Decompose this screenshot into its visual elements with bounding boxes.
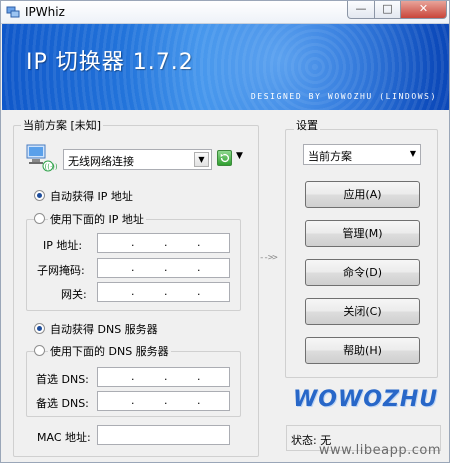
refresh-icon	[220, 153, 230, 163]
adapter-select-value: 无线网络连接	[68, 155, 134, 168]
network-adapter-icon: ((·))	[26, 144, 58, 172]
help-button[interactable]: 帮助(H)	[305, 337, 420, 364]
banner-title: IP 切换器 1.7.2	[26, 50, 194, 75]
chevron-down-icon: ▼	[409, 149, 416, 158]
scheme-group-label: 当前方案 [未知]	[21, 119, 104, 132]
dns-secondary-field[interactable]: ...	[97, 391, 230, 411]
subnet-mask-label: 子网掩码:	[37, 264, 85, 277]
close-button[interactable]: 关闭(C)	[305, 298, 420, 325]
mac-address-label: MAC 地址:	[37, 431, 91, 444]
site-watermark: www.libeapp.com	[318, 443, 441, 458]
adapter-menu-arrow-icon[interactable]: ▼	[236, 151, 243, 161]
title-bar: IPWhiz — □ ✕	[1, 1, 449, 24]
subnet-mask-field[interactable]: ...	[97, 258, 230, 278]
scheme-select[interactable]: 当前方案 ▼	[303, 144, 421, 165]
command-button[interactable]: 命令(D)	[305, 259, 420, 286]
window-title: IPWhiz	[25, 5, 65, 19]
svg-text:((·)): ((·))	[45, 163, 58, 171]
dns-auto-label: 自动获得 DNS 服务器	[50, 323, 158, 336]
ip-manual-label: 使用下面的 IP 地址	[48, 211, 146, 227]
gateway-label: 网关:	[61, 288, 87, 301]
refresh-adapter-button[interactable]	[217, 150, 232, 166]
adapter-select[interactable]: 无线网络连接 ▼	[63, 149, 212, 170]
minimize-button[interactable]: —	[347, 1, 375, 19]
header-banner: IP 切换器 1.7.2 DESIGNED BY WOWOZHU (LINDOW…	[2, 24, 449, 110]
ip-auto-radio[interactable]	[34, 190, 45, 201]
scheme-select-value: 当前方案	[308, 150, 352, 163]
settings-group-label: 设置	[294, 119, 320, 132]
apply-button[interactable]: 应用(A)	[305, 181, 420, 208]
dns-secondary-label: 备选 DNS:	[36, 397, 89, 410]
mac-address-field[interactable]	[97, 425, 230, 445]
wowozhu-logo: WOWOZHU	[293, 387, 439, 412]
ip-manual-radio[interactable]	[34, 213, 45, 224]
close-window-button[interactable]: ✕	[400, 1, 447, 19]
dns-primary-field[interactable]: ...	[97, 367, 230, 387]
ip-address-label: IP 地址:	[43, 239, 83, 252]
dns-primary-label: 首选 DNS:	[36, 373, 89, 386]
banner-credit: DESIGNED BY WOWOZHU (LINDOWS)	[250, 92, 437, 101]
ip-address-field[interactable]: ...	[97, 233, 230, 253]
manage-button[interactable]: 管理(M)	[305, 220, 420, 247]
network-app-icon	[6, 6, 20, 18]
app-window: IPWhiz — □ ✕ IP 切换器 1.7.2 DESIGNED BY WO…	[0, 0, 450, 463]
dns-auto-radio[interactable]	[34, 323, 45, 334]
dns-manual-label: 使用下面的 DNS 服务器	[48, 343, 171, 359]
gateway-field[interactable]: ...	[97, 282, 230, 302]
arrow-connector: -->>	[259, 253, 278, 263]
ip-auto-label: 自动获得 IP 地址	[50, 190, 133, 203]
maximize-button[interactable]: □	[374, 1, 401, 19]
dns-manual-radio[interactable]	[34, 345, 45, 356]
chevron-down-icon: ▼	[194, 152, 209, 167]
